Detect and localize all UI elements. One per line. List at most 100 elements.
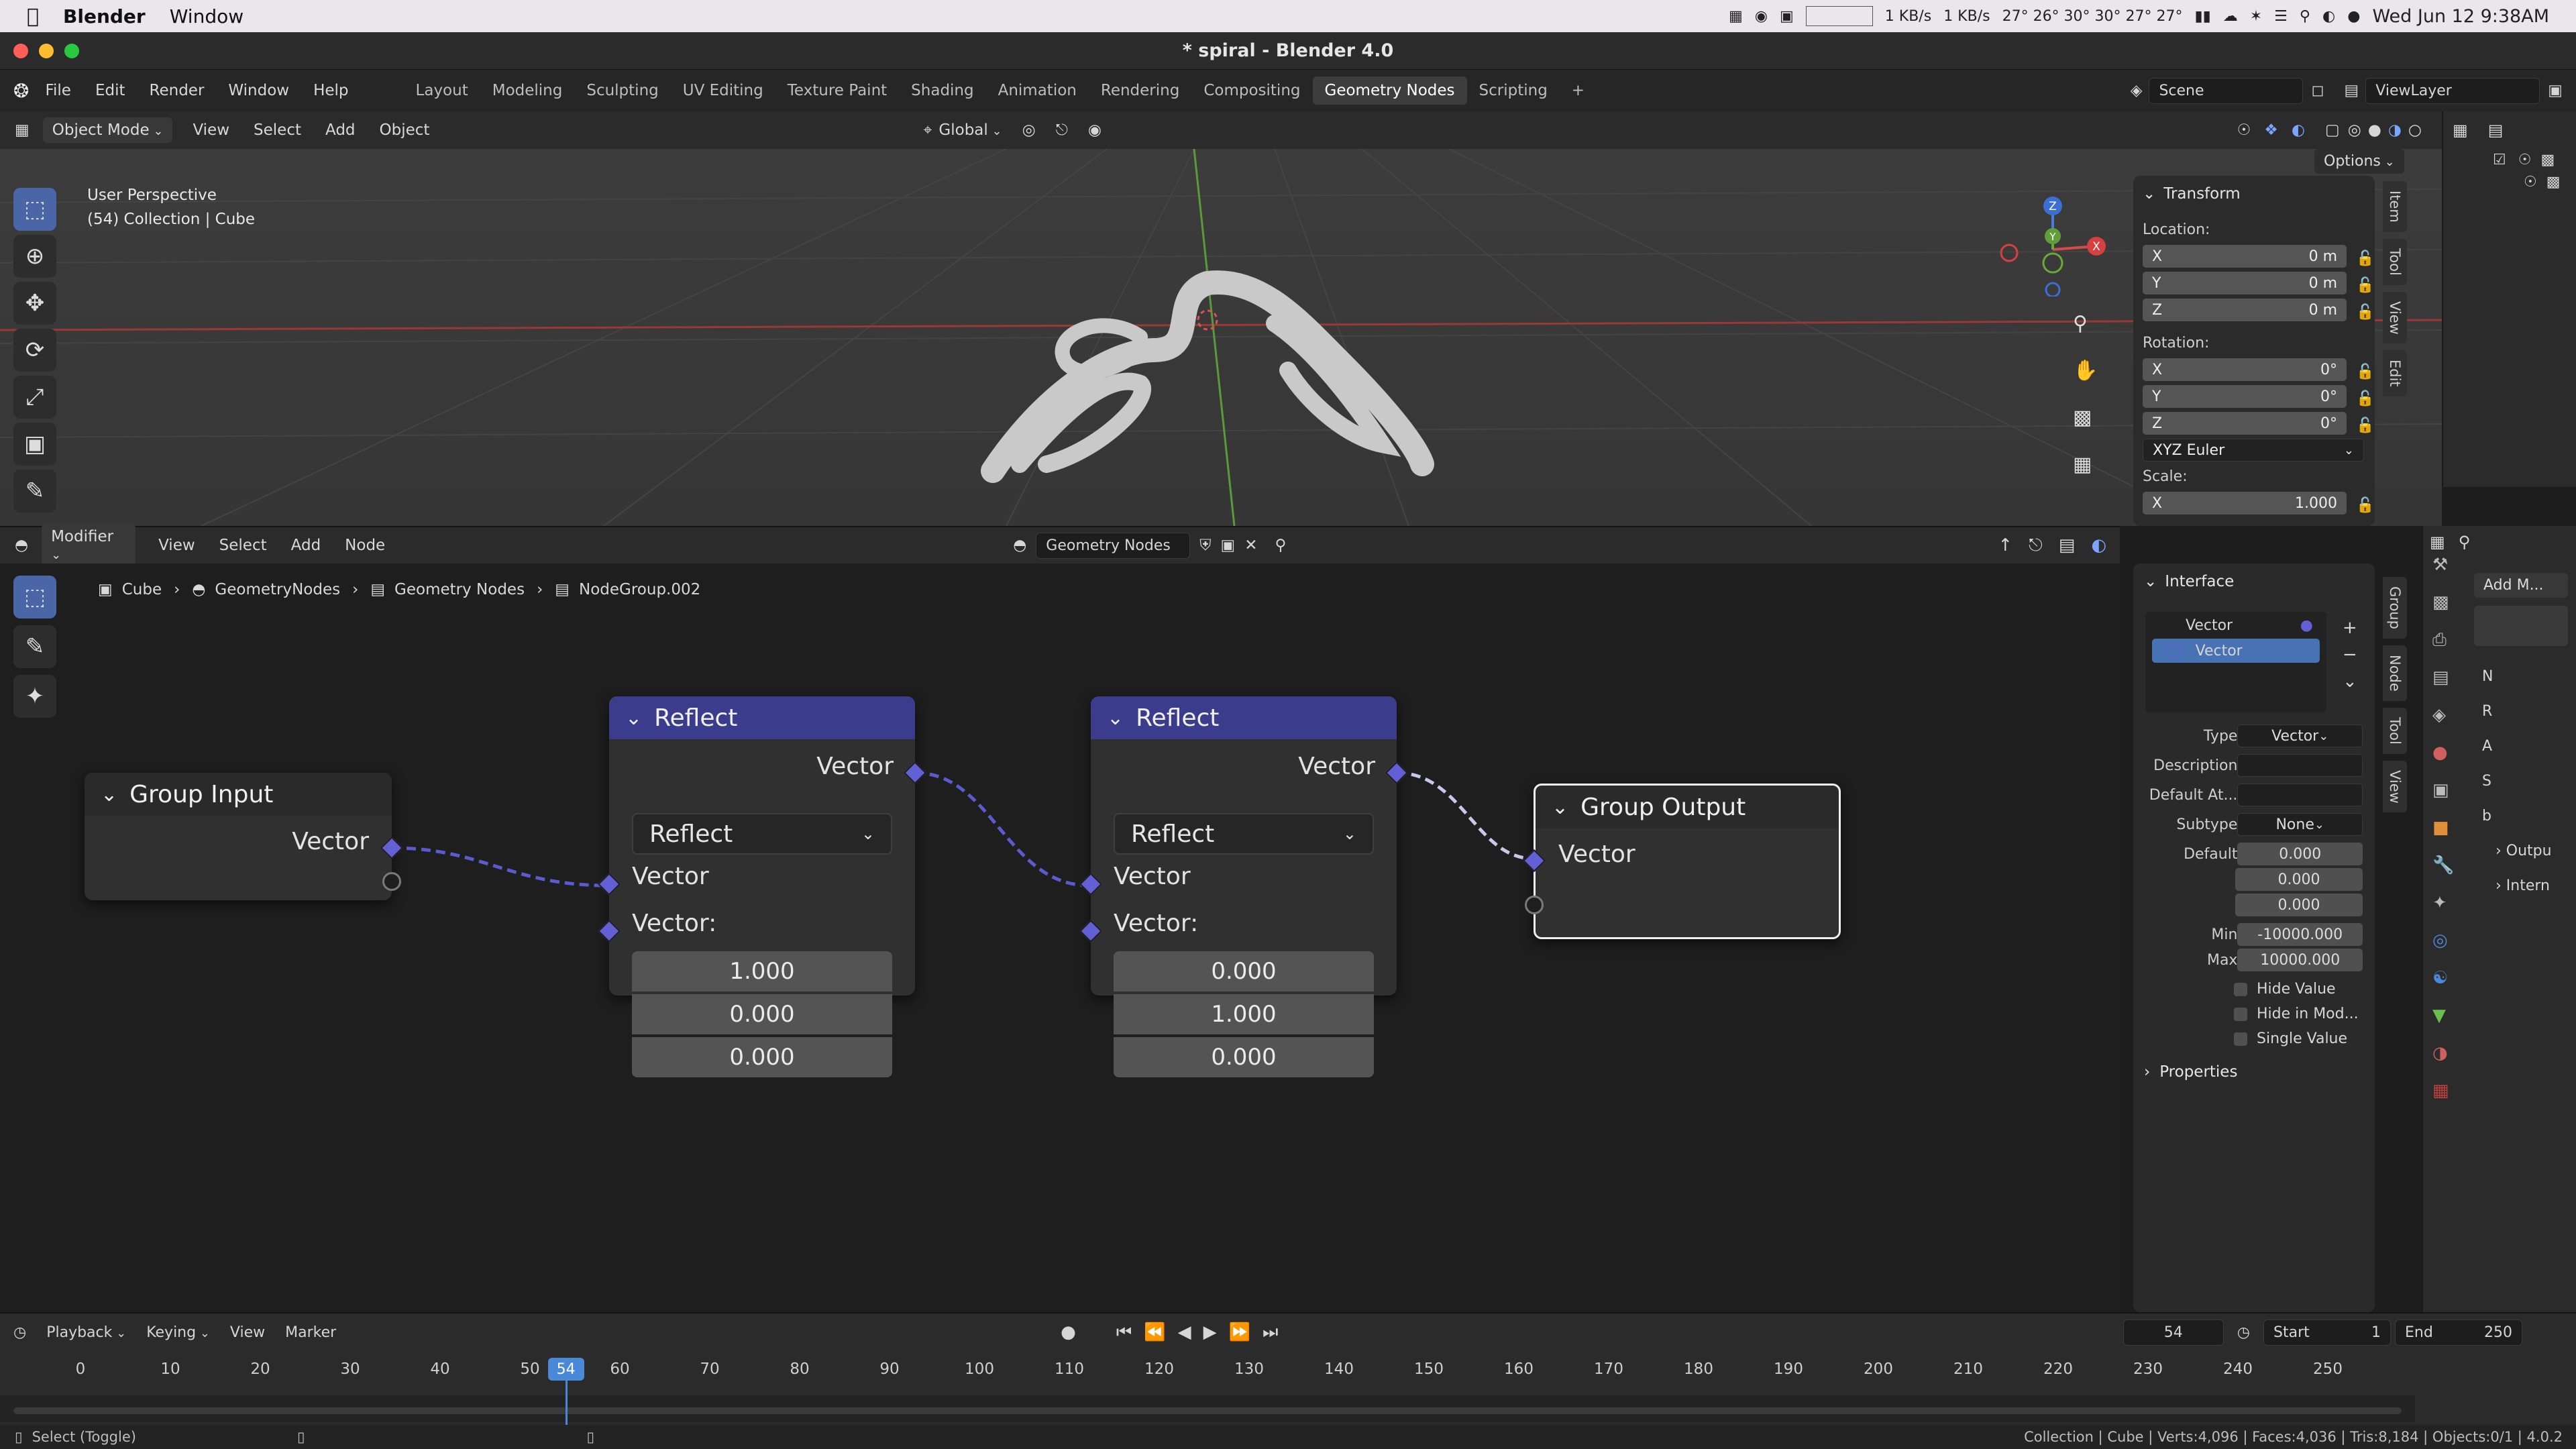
rotation-y-field[interactable]: Y 0°: [2143, 385, 2347, 408]
modifier-tab-icon[interactable]: 🔧: [2432, 847, 2454, 884]
snap-target-icon[interactable]: ▤: [2059, 535, 2076, 555]
duplicate-icon[interactable]: ▣: [1221, 537, 1236, 554]
pin-icon[interactable]: ◻: [2311, 82, 2324, 99]
snap-icon[interactable]: ⎋: [1056, 121, 1068, 139]
world-tab-icon[interactable]: ●: [2432, 734, 2454, 771]
particles-tab-icon[interactable]: ✦: [2432, 884, 2454, 922]
temperatures[interactable]: 27° 26° 30° 30° 27° 27°: [2002, 8, 2183, 25]
eye-icon[interactable]: ☉: [2524, 174, 2537, 191]
transform-header[interactable]: ⌄ Transform: [2143, 185, 2375, 203]
cpu-graph-icon[interactable]: [1805, 6, 1873, 26]
output-socket-empty[interactable]: [382, 872, 401, 891]
socket-letter[interactable]: A: [2482, 729, 2568, 764]
normal-y-field[interactable]: 0.000: [632, 994, 892, 1034]
navigation-gizmo[interactable]: Z X Y: [1986, 189, 2120, 297]
internal-dependencies-section[interactable]: › Intern: [2496, 869, 2568, 904]
remove-item-button[interactable]: −: [2343, 641, 2357, 668]
tab-view[interactable]: View: [2383, 291, 2407, 344]
unlink-close-icon[interactable]: ✕: [1244, 537, 1257, 554]
zoom-icon[interactable]: ⚲: [2073, 301, 2098, 347]
clock[interactable]: Wed Jun 12 9:38AM: [2372, 6, 2549, 27]
reflect-node-2[interactable]: ⌄ Reflect Vector Reflect ⌄ Vector Vector…: [1079, 696, 1408, 1077]
rendered-shading-icon[interactable]: ○: [2408, 121, 2422, 139]
minimize-window-button[interactable]: [39, 44, 54, 58]
view-layer-field[interactable]: ViewLayer: [2365, 77, 2540, 104]
interface-item[interactable]: Vector ●: [2145, 612, 2326, 639]
normal-y-field[interactable]: 1.000: [1114, 994, 1374, 1034]
eye-icon[interactable]: ☉: [2518, 152, 2532, 168]
interface-items-list[interactable]: Vector ● ◯ Vector: [2145, 612, 2326, 712]
cursor-tool[interactable]: ⊕: [13, 235, 56, 278]
tray-app-icon[interactable]: ◉: [1755, 8, 1768, 25]
min-field[interactable]: -10000.000: [2237, 923, 2363, 946]
physics-tab-icon[interactable]: ◎: [2432, 922, 2454, 959]
node-node-menu[interactable]: Node: [345, 537, 385, 554]
proportional-edit-icon[interactable]: ◉: [1088, 121, 1102, 139]
collection-tab-icon[interactable]: ▣: [2432, 771, 2454, 809]
xray-icon[interactable]: ▢: [2325, 121, 2340, 139]
type-dropdown[interactable]: Vector: [2237, 724, 2363, 747]
tab-uv-editing[interactable]: UV Editing: [671, 76, 775, 105]
more-dropdown-icon[interactable]: ⌄: [2343, 668, 2357, 695]
visibility-icon[interactable]: ☉: [2237, 121, 2251, 139]
modifier-context-dropdown[interactable]: Modifier: [42, 524, 136, 567]
lock-icon[interactable]: 🔓: [2356, 364, 2374, 380]
normal-z-field[interactable]: 0.000: [632, 1037, 892, 1077]
view-layer-tab-icon[interactable]: ▤: [2432, 659, 2454, 696]
timeline[interactable]: ◷ Playback Keying View Marker ● ⏮ ⏪ ◀ ▶ …: [0, 1312, 2576, 1433]
properties-section-header[interactable]: › Properties: [2144, 1063, 2375, 1081]
tab-item[interactable]: Item: [2383, 181, 2407, 232]
tab-rendering[interactable]: Rendering: [1089, 76, 1191, 105]
overlay-icon[interactable]: ◐: [2292, 121, 2305, 139]
viewport-3d[interactable]: User Perspective (54) Collection | Cube …: [0, 149, 2442, 526]
network-down[interactable]: 1 KB/s: [1943, 8, 1990, 25]
scale-tool[interactable]: ⤢: [13, 376, 56, 419]
chevron-down-icon[interactable]: ⌄: [1107, 706, 1124, 730]
tray-app-icon[interactable]: ▣: [1780, 8, 1794, 25]
lock-icon[interactable]: 🔓: [2356, 304, 2374, 321]
normal-x-field[interactable]: 0.000: [1114, 951, 1374, 991]
max-field[interactable]: 10000.000: [2237, 949, 2363, 971]
rotate-tool[interactable]: ⟳: [13, 329, 56, 372]
default-x-field[interactable]: 0.000: [2237, 843, 2363, 865]
grid-view-icon[interactable]: ▦: [2073, 441, 2098, 488]
tab-group[interactable]: Group: [2383, 577, 2407, 639]
window-menu-blender[interactable]: Window: [228, 82, 289, 99]
add-menu[interactable]: Add: [325, 121, 356, 139]
normal-x-field[interactable]: 1.000: [632, 951, 892, 991]
solid-shading-icon[interactable]: ●: [2368, 121, 2381, 139]
pin-icon[interactable]: ⚲: [1275, 537, 1287, 554]
select-box-tool[interactable]: ⬚: [13, 188, 56, 231]
annotate-tool[interactable]: ✎: [13, 470, 56, 513]
object-menu[interactable]: Object: [380, 121, 430, 139]
group-output-node[interactable]: ⌄ Group Output Vector: [1523, 784, 1841, 939]
add-modifier-button[interactable]: Add M...: [2474, 573, 2568, 598]
snap-icon[interactable]: ⎋: [2029, 535, 2043, 556]
node-header[interactable]: ⌄ Reflect: [1091, 696, 1397, 739]
file-menu[interactable]: File: [45, 82, 71, 99]
add-workspace-button[interactable]: +: [1560, 76, 1597, 105]
texture-tab-icon[interactable]: ▦: [2432, 1072, 2454, 1110]
rotation-mode-dropdown[interactable]: XYZ Euler: [2143, 439, 2364, 462]
default-y-field[interactable]: 0.000: [2235, 868, 2363, 891]
pivot-icon[interactable]: ◎: [1022, 121, 1036, 139]
display-mode-icon[interactable]: ▤: [2488, 121, 2504, 140]
location-z-field[interactable]: Z0 m: [2143, 299, 2347, 321]
camera-icon[interactable]: ▩: [2073, 394, 2098, 441]
move-tool[interactable]: ✥: [13, 282, 56, 325]
render-menu[interactable]: Render: [150, 82, 205, 99]
tab-texture-paint[interactable]: Texture Paint: [775, 76, 899, 105]
material-tab-icon[interactable]: ◑: [2432, 1034, 2454, 1072]
location-y-field[interactable]: Y0 m: [2143, 272, 2347, 294]
select-menu[interactable]: Select: [254, 121, 301, 139]
normal-z-field[interactable]: 0.000: [1114, 1037, 1374, 1077]
apple-icon[interactable]: : [27, 5, 39, 28]
tab-node[interactable]: Node: [2383, 645, 2407, 701]
node-editor-canvas[interactable]: ⬚ ✎ ✦ ▣ Cube › ◓ GeometryNodes › ▤ Geome…: [0, 564, 2120, 1312]
cloud-icon[interactable]: ☁: [2223, 8, 2238, 25]
battery-icon[interactable]: ▮▮: [2195, 8, 2211, 25]
add-item-button[interactable]: +: [2343, 614, 2357, 641]
description-field[interactable]: [2237, 754, 2363, 777]
search-icon[interactable]: ⚲: [2459, 533, 2471, 551]
lock-icon[interactable]: 🔓: [2356, 277, 2374, 294]
